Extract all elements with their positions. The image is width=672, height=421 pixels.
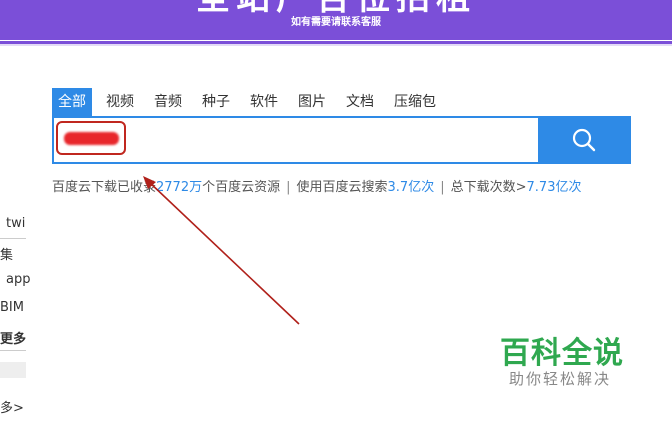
tab-archive[interactable]: 压缩包 [388,88,442,116]
sidebar-link-fragment[interactable]: BIM [0,300,24,315]
stats-download-count: 7.73亿次 [526,180,582,195]
sidebar-divider [0,350,26,351]
arrow-line [147,180,300,325]
banner-shadow [0,44,672,46]
stats-text-resources: 个百度云资源 [202,180,281,195]
sidebar-link-fragment[interactable]: app [6,272,30,287]
tab-video[interactable]: 视频 [100,88,140,116]
sidebar-link-fragment[interactable]: 集 [0,244,13,263]
stats-separator: | [440,180,445,195]
watermark-logo: 百科全说 [500,336,624,371]
search-bar [52,116,631,164]
sidebar-more-link[interactable]: 更多 [0,328,26,347]
stats-text-indexed: 百度云下载已收录 [52,180,157,195]
stats-separator: | [286,180,291,195]
tab-document[interactable]: 文档 [340,88,380,116]
ad-banner[interactable]: 全站广告位招租 如有需要请联系客服 [0,0,672,40]
search-button[interactable] [538,118,629,162]
banner-subtitle: 如有需要请联系客服 [291,17,381,28]
tab-software[interactable]: 软件 [244,88,284,116]
tab-audio[interactable]: 音频 [148,88,188,116]
redaction-scribble [64,132,119,145]
search-icon [572,128,595,152]
stats-resource-count: 2772万 [156,180,203,195]
site-stats: 百度云下载已收录2772万个百度云资源 | 使用百度云搜索3.7亿次 | 总下载次数>7… [52,176,581,195]
stats-search-count: 3.7亿次 [387,180,435,195]
sidebar-divider [0,238,26,239]
tab-torrent[interactable]: 种子 [196,88,236,116]
watermark-slogan: 助你轻松解决 [509,370,612,388]
sidebar-more-link[interactable]: 多> [0,397,24,416]
tab-image[interactable]: 图片 [292,88,332,116]
sidebar-grey-bar [0,362,26,378]
category-tabs: 全部 视频 音频 种子 软件 图片 文档 压缩包 [52,88,450,116]
search-input[interactable] [54,118,540,162]
sidebar-link-fragment[interactable]: twi [6,216,25,231]
stats-text-search: 使用百度云搜索 [296,180,388,195]
stats-text-downloads: 总下载次数> [450,180,527,195]
tab-all[interactable]: 全部 [52,88,92,116]
redacted-query-highlight [56,121,126,155]
